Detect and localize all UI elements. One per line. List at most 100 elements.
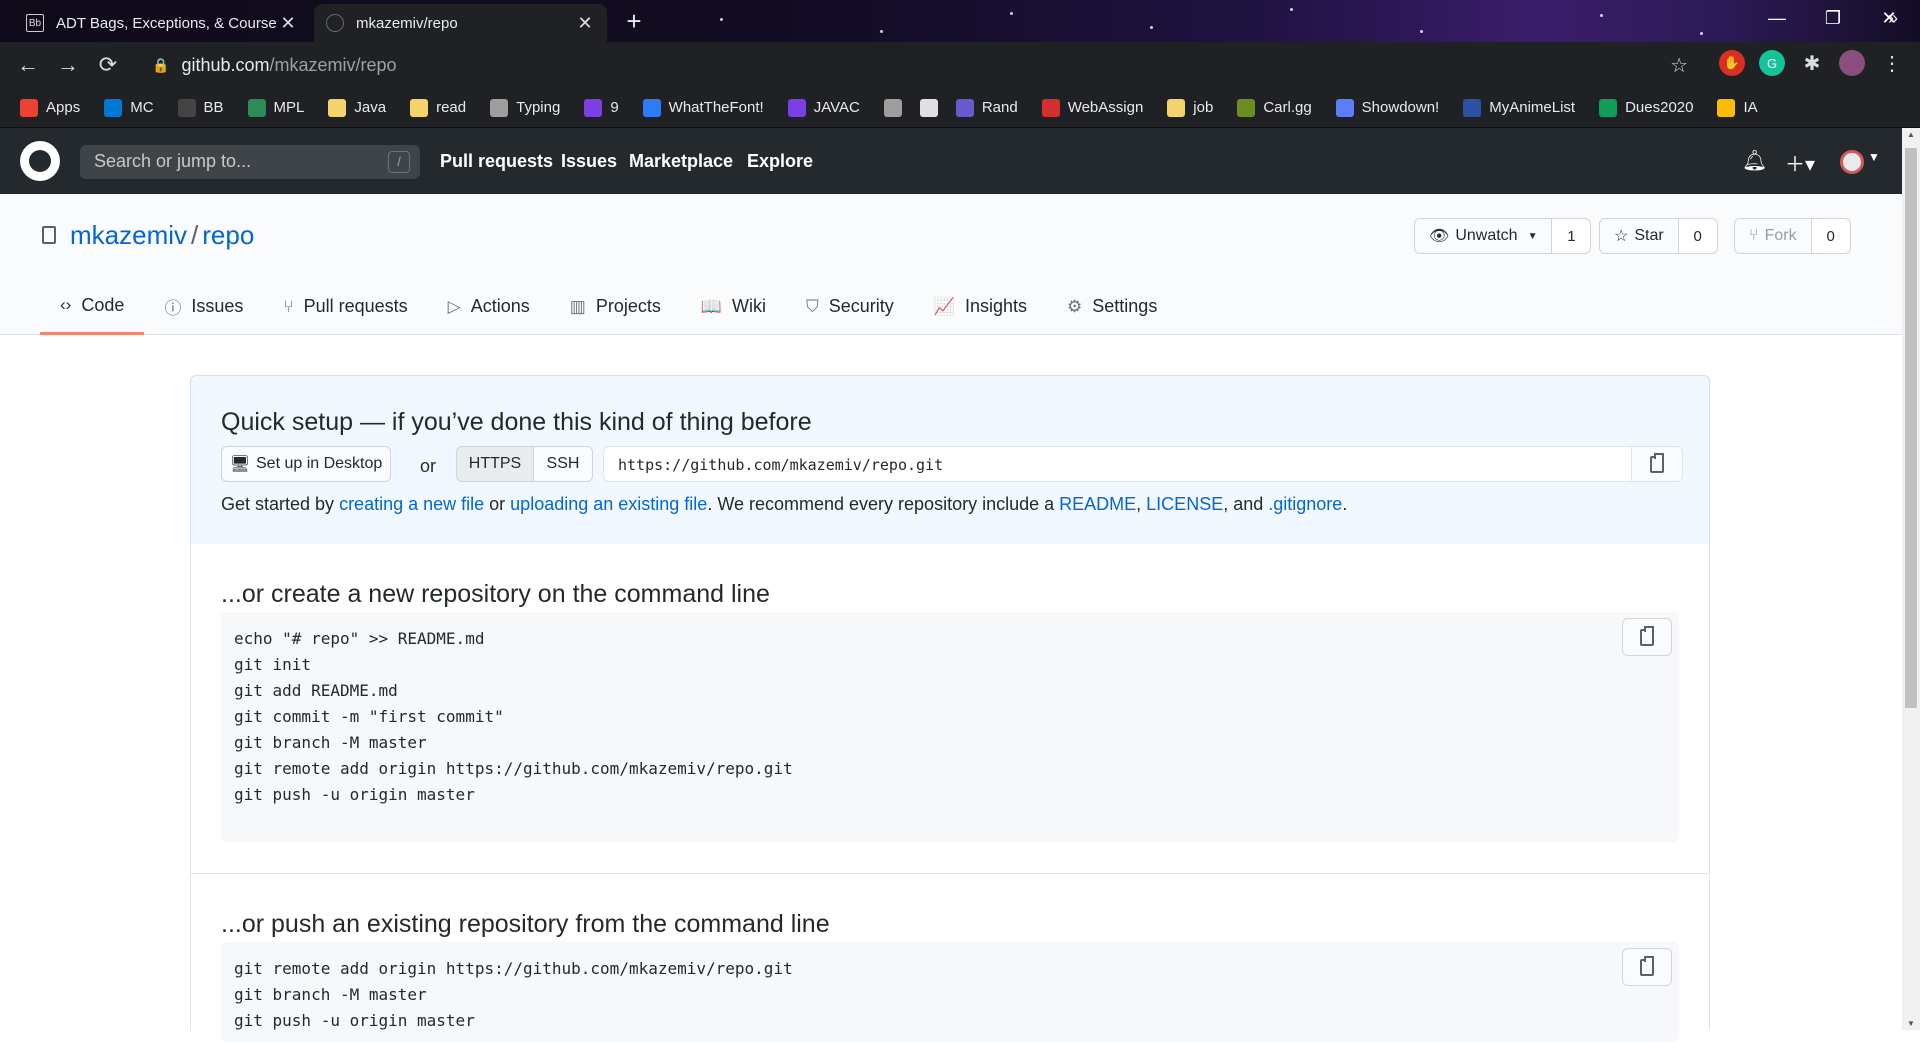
bookmark-label: Dues2020 [1625, 99, 1694, 116]
unwatch-button[interactable]: 👁︎ Unwatch ▼ [1415, 219, 1553, 253]
bookmark-mc[interactable]: MC [104, 98, 154, 117]
back-button[interactable]: ← [8, 45, 48, 85]
rand-icon [955, 98, 974, 117]
reload-button[interactable]: ⟳ [88, 45, 128, 85]
copy-push-code-button[interactable] [1622, 948, 1672, 986]
profile-avatar[interactable] [1839, 50, 1865, 76]
ssh-toggle[interactable]: SSH [533, 446, 593, 482]
tab-wiki[interactable]: 📖 Wiki [681, 278, 786, 335]
tab-actions[interactable]: ▷ Actions [428, 278, 550, 335]
close-tab-icon[interactable]: ✕ [278, 13, 298, 34]
tab-issues[interactable]: ⓘ Issues [144, 278, 263, 335]
push-repo-title: ...or push an existing repository from t… [221, 910, 830, 938]
grammarly-extension-icon[interactable]: G [1759, 50, 1785, 76]
notifications-bell-icon[interactable]: 🔔︎ [1742, 148, 1767, 173]
https-toggle[interactable]: HTTPS [456, 446, 534, 482]
gitignore-link[interactable]: .gitignore [1268, 494, 1342, 514]
license-link[interactable]: LICENSE [1146, 494, 1223, 514]
tab-projects[interactable]: ▥ Projects [550, 278, 681, 335]
star-count[interactable]: 0 [1678, 219, 1717, 253]
bookmark-carl-gg[interactable]: Carl.gg [1237, 98, 1312, 117]
address-bar[interactable]: 🔒 github.com/mkazemiv/repo ☆ [140, 47, 1700, 83]
bookmark-dues2020[interactable]: Dues2020 [1599, 98, 1694, 117]
bookmark-javac[interactable]: JAVAC [787, 98, 860, 117]
push-repo-code: git remote add origin https://github.com… [221, 942, 1679, 1042]
tab-settings[interactable]: ⚙ Settings [1047, 278, 1177, 335]
bookmark-webassign[interactable]: WebAssign [1041, 98, 1144, 117]
pull-request-icon: ⑂ [283, 296, 294, 316]
bookmark-showdown[interactable]: Showdown! [1335, 98, 1439, 117]
tab-security[interactable]: ⛉ Security [786, 278, 914, 335]
clone-url-input[interactable]: https://github.com/mkazemiv/repo.git [603, 446, 1635, 482]
new-tab-button[interactable]: + [620, 8, 648, 36]
watch-count[interactable]: 1 [1552, 219, 1591, 253]
circle-icon [919, 98, 938, 117]
bookmark-label: WebAssign [1067, 99, 1144, 116]
bookmark-job[interactable]: job [1167, 98, 1213, 117]
nav-explore[interactable]: Explore [747, 151, 813, 172]
nav-marketplace[interactable]: Marketplace [629, 151, 733, 172]
repo-name-link[interactable]: repo [202, 220, 254, 250]
bookmarks-overflow-button[interactable]: » [1888, 8, 1898, 29]
minimize-button[interactable]: — [1754, 8, 1800, 29]
bookmark-whatthefont[interactable]: WhatTheFont! [642, 98, 764, 117]
tab-pull-requests[interactable]: ⑂ Pull requests [263, 278, 427, 335]
text-fragment: or [484, 494, 511, 514]
extensions-puzzle-icon[interactable]: ✱ [1799, 50, 1825, 76]
bookmark-myanimelist[interactable]: MyAnimeList [1463, 98, 1575, 117]
upload-file-link[interactable]: uploading an existing file [510, 494, 707, 514]
fork-button[interactable]: ⑂ Fork [1735, 219, 1812, 253]
star-button[interactable]: ☆ Star [1600, 219, 1679, 253]
tab-code[interactable]: ‹› Code [40, 278, 145, 335]
copy-create-code-button[interactable] [1622, 618, 1672, 656]
repo-owner-link[interactable]: mkazemiv [70, 220, 187, 250]
setup-desktop-button[interactable]: 🖥︎ Set up in Desktop [221, 446, 391, 482]
create-new-file-link[interactable]: creating a new file [339, 494, 484, 514]
browser-tab-adt[interactable]: Bb ADT Bags, Exceptions, & Course ✕ [14, 4, 310, 42]
bookmark-typing[interactable]: Typing [490, 98, 560, 117]
bookmark-java[interactable]: Java [328, 98, 386, 117]
adblock-extension-icon[interactable]: ✋ [1719, 50, 1745, 76]
bookmark-rand[interactable]: Rand [955, 98, 1018, 117]
github-header: Search or jump to... / Pull requests Iss… [0, 128, 1902, 194]
readme-link[interactable]: README [1059, 494, 1136, 514]
bookmark-mpl[interactable]: MPL [247, 98, 304, 117]
background-star [720, 18, 723, 21]
scroll-down-arrow[interactable]: ▼ [1902, 1019, 1920, 1028]
search-input[interactable]: Search or jump to... / [80, 145, 420, 179]
close-tab-icon[interactable]: ✕ [575, 13, 595, 34]
user-avatar[interactable] [1840, 150, 1864, 174]
mpl-icon [247, 98, 266, 117]
chevron-down-icon[interactable]: ▼ [1868, 150, 1880, 164]
bookmark-apps[interactable]: Apps [20, 98, 80, 117]
clipboard-icon [1640, 625, 1654, 646]
bookmark-label: Carl.gg [1263, 99, 1312, 116]
whatthefont-icon [642, 98, 661, 117]
bookmark-star-icon[interactable]: ☆ [1670, 53, 1688, 78]
fork-count[interactable]: 0 [1811, 219, 1850, 253]
scroll-up-arrow[interactable]: ▲ [1902, 130, 1920, 139]
page-scrollbar[interactable]: ▲ ▼ [1902, 128, 1920, 1030]
bookmark-item-10[interactable] [883, 98, 910, 117]
browser-menu-icon[interactable]: ⋮ [1879, 50, 1905, 76]
github-logo-icon[interactable] [20, 141, 60, 181]
bookmark-ia[interactable]: IA [1717, 98, 1758, 117]
tab-insights[interactable]: 📈 Insights [914, 278, 1047, 335]
background-star [1420, 30, 1423, 33]
bookmark-9[interactable]: 9 [584, 98, 619, 117]
blackboard-icon: Bb [26, 14, 44, 32]
repo-tabs: ‹› Code ⓘ Issues ⑂ Pull requests ▷ Actions ▥ Proj… [40, 278, 1177, 335]
browser-tab-repo[interactable]: mkazemiv/repo ✕ [314, 4, 607, 42]
create-new-plus-icon[interactable]: ＋▾ [1785, 148, 1815, 177]
scroll-thumb[interactable] [1905, 148, 1917, 708]
restore-button[interactable]: ❐ [1810, 8, 1856, 29]
blackboard-icon [177, 98, 196, 117]
copy-url-button[interactable] [1631, 446, 1683, 482]
bookmark-item-11[interactable] [919, 98, 946, 117]
nav-issues[interactable]: Issues [561, 151, 617, 172]
book-icon: 📖 [700, 296, 723, 316]
forward-button[interactable]: → [48, 45, 88, 85]
bookmark-read[interactable]: read [410, 98, 466, 117]
bookmark-bb[interactable]: BB [177, 98, 224, 117]
nav-pull-requests[interactable]: Pull requests [440, 151, 553, 172]
